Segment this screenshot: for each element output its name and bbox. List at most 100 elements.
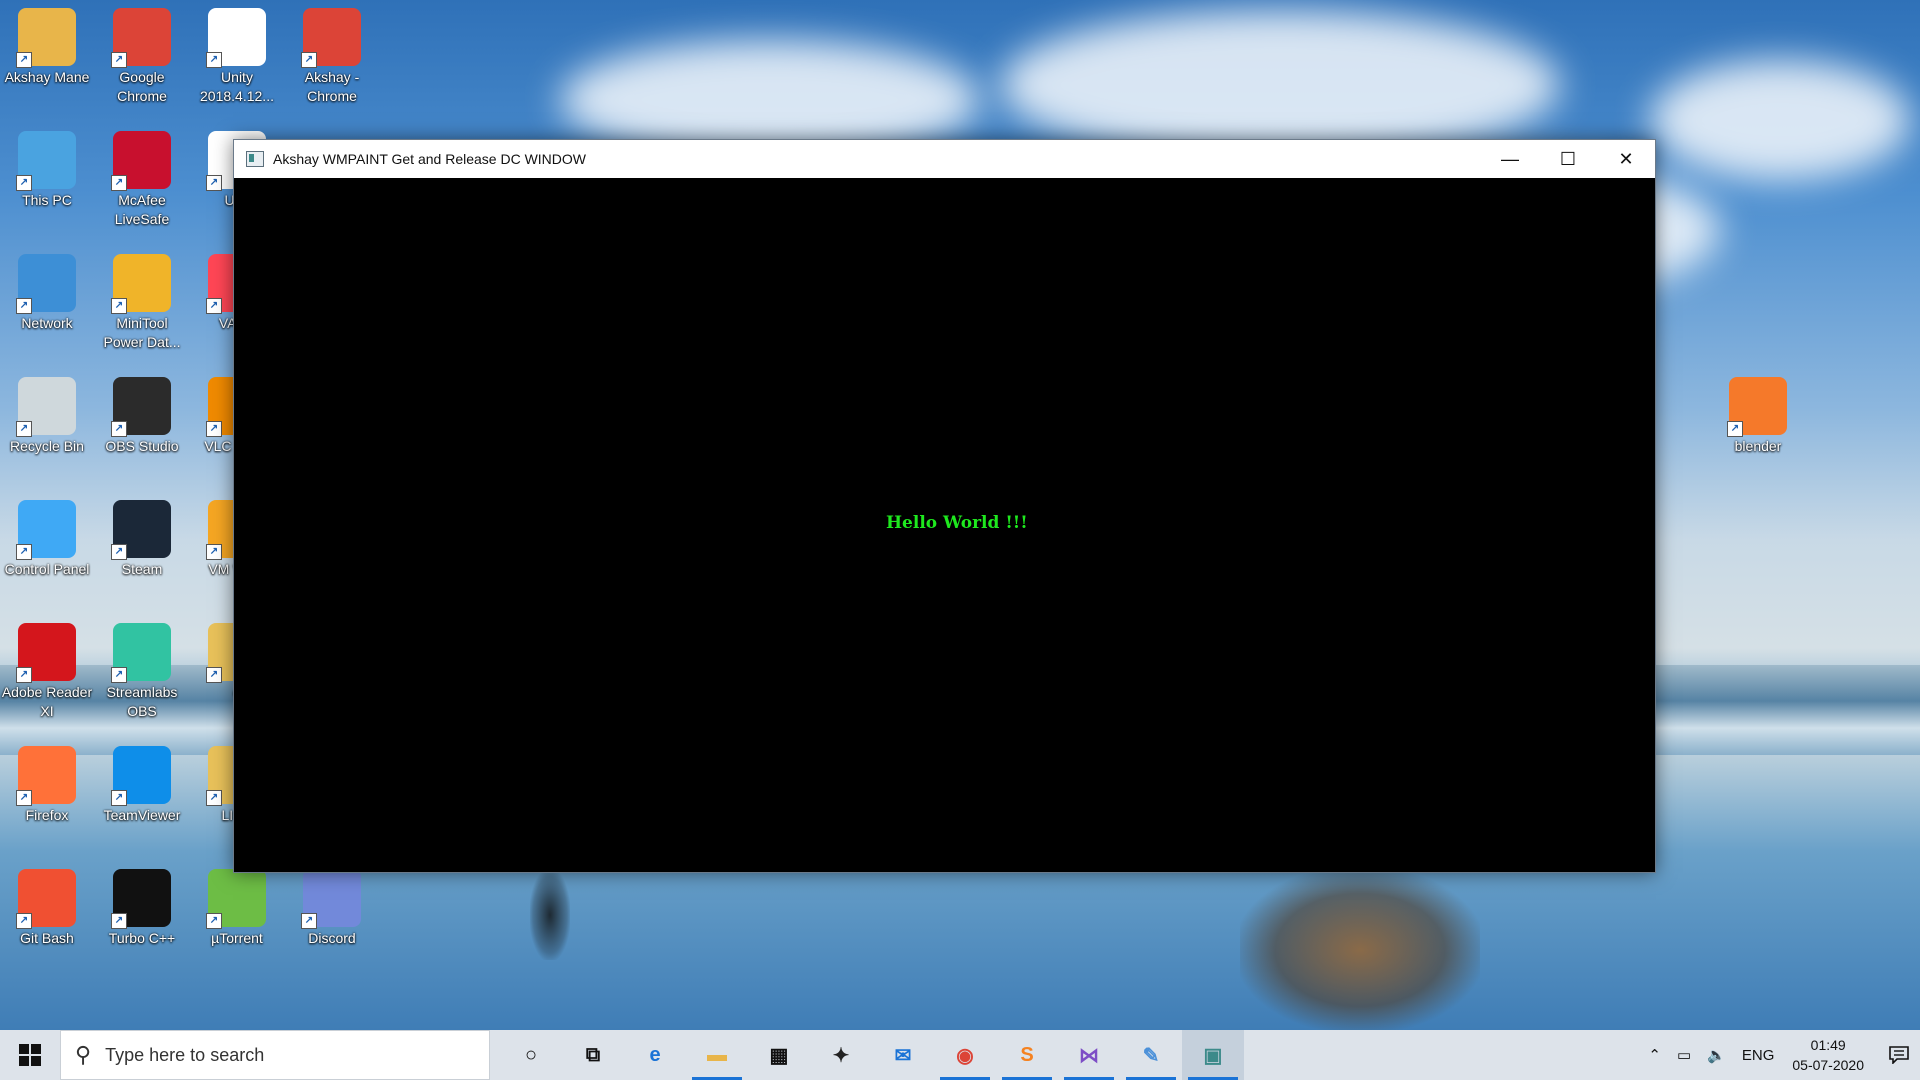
desktop-icon-label: Streamlabs OBS <box>106 684 178 719</box>
desktop-icon-label: Akshay Mane <box>4 69 90 85</box>
desktop-icon-computer[interactable]: ↗ This PC <box>1 131 93 210</box>
search-placeholder: Type here to search <box>105 1044 265 1065</box>
recycle-bin-icon: ↗ <box>16 377 76 437</box>
desktop-icon-discord[interactable]: ↗ Discord <box>286 869 378 948</box>
clock-time: 01:49 <box>1810 1037 1846 1053</box>
wallpaper-cloud <box>1000 10 1560 160</box>
desktop-icon-label: OBS Studio <box>105 438 179 454</box>
minimize-button[interactable]: — <box>1481 140 1539 178</box>
desktop-icon-label: Network <box>21 315 73 331</box>
desktop-icon-mcafee[interactable]: ↗ McAfee LiveSafe <box>96 131 188 229</box>
desktop-icon-label: TeamViewer <box>103 807 181 823</box>
desktop-icon-firefox[interactable]: ↗ Firefox <box>1 746 93 825</box>
desktop-icon-label: Google Chrome <box>117 69 167 104</box>
shortcut-arrow-icon: ↗ <box>111 175 127 191</box>
streamlabs-icon: ↗ <box>111 623 171 683</box>
user-folder-icon: ↗ <box>16 8 76 68</box>
desktop-icon-turbo-cpp[interactable]: ↗ Turbo C++ <box>96 869 188 948</box>
desktop-icon-obs[interactable]: ↗ OBS Studio <box>96 377 188 456</box>
desktop-icon-blender[interactable]: ↗ blender <box>1712 377 1804 456</box>
notification-center-button[interactable] <box>1878 1030 1920 1080</box>
tray-overflow-chevron-icon[interactable]: ⌃ <box>1648 1046 1661 1064</box>
volume-icon[interactable]: 🔈 <box>1707 1046 1726 1064</box>
app-window-icon <box>246 151 264 167</box>
shortcut-arrow-icon: ↗ <box>16 544 32 560</box>
task-view-icon: ⧉ <box>585 1043 601 1066</box>
app-window-icon: ▣ <box>1203 1044 1223 1067</box>
taskbar-chrome-button[interactable]: ◉ <box>934 1030 996 1080</box>
desktop-icon-recycle-bin[interactable]: ↗ Recycle Bin <box>1 377 93 456</box>
clock[interactable]: 01:49 05-07-2020 <box>1792 1035 1864 1075</box>
start-button[interactable] <box>0 1030 60 1080</box>
shortcut-arrow-icon: ↗ <box>16 913 32 929</box>
steam-icon: ↗ <box>111 500 171 560</box>
mcafee-icon: ↗ <box>111 131 171 191</box>
shortcut-arrow-icon: ↗ <box>111 913 127 929</box>
paint-icon: ✎ <box>1142 1044 1160 1067</box>
git-bash-icon: ↗ <box>16 869 76 929</box>
close-button[interactable]: ✕ <box>1597 140 1655 178</box>
mail-icon: ✉ <box>894 1044 912 1067</box>
visual-studio-icon: ⋈ <box>1079 1044 1099 1067</box>
desktop-icon-user-folder[interactable]: ↗ Akshay Mane <box>1 8 93 87</box>
maximize-button[interactable]: ☐ <box>1539 140 1597 178</box>
desktop-icon-streamlabs[interactable]: ↗ Streamlabs OBS <box>96 623 188 721</box>
desktop-icon-label: This PC <box>22 192 72 208</box>
store-icon: ▦ <box>769 1044 789 1067</box>
desktop-icon-adobe-reader[interactable]: ↗ Adobe Reader XI <box>1 623 93 721</box>
battery-icon[interactable]: ▭ <box>1677 1046 1691 1064</box>
shortcut-arrow-icon: ↗ <box>206 298 222 314</box>
desktop-icon-control-panel[interactable]: ↗ Control Panel <box>1 500 93 579</box>
taskbar-visual-studio-button[interactable]: ⋈ <box>1058 1030 1120 1080</box>
taskbar-wmpaint-app-button[interactable]: ▣ <box>1182 1030 1244 1080</box>
shortcut-arrow-icon: ↗ <box>16 790 32 806</box>
shortcut-arrow-icon: ↗ <box>206 421 222 437</box>
desktop-icon-label: Recycle Bin <box>10 438 84 454</box>
app-window[interactable]: Akshay WMPAINT Get and Release DC WINDOW… <box>233 139 1656 873</box>
firefox-icon: ↗ <box>16 746 76 806</box>
desktop-icon-utorrent[interactable]: ↗ µTorrent <box>191 869 283 948</box>
desktop-icon-network[interactable]: ↗ Network <box>1 254 93 333</box>
shortcut-arrow-icon: ↗ <box>16 175 32 191</box>
window-titlebar[interactable]: Akshay WMPAINT Get and Release DC WINDOW… <box>234 140 1655 178</box>
desktop-icon-label: Adobe Reader XI <box>1 684 93 719</box>
desktop-icon-label: blender <box>1734 438 1782 454</box>
notification-icon <box>1889 1046 1909 1064</box>
desktop-icon-steam[interactable]: ↗ Steam <box>96 500 188 579</box>
taskbar-mail-button[interactable]: ✉ <box>872 1030 934 1080</box>
taskbar-edge-button[interactable]: e <box>624 1030 686 1080</box>
desktop-icon-chrome-profile[interactable]: ↗ Akshay - Chrome <box>286 8 378 106</box>
taskbar-file-explorer-button[interactable]: ▬ <box>686 1030 748 1080</box>
taskbar-sublime-text-button[interactable]: S <box>996 1030 1058 1080</box>
shortcut-arrow-icon: ↗ <box>206 913 222 929</box>
taskbar-store-button[interactable]: ▦ <box>748 1030 810 1080</box>
window-client-area[interactable]: Hello World !!! <box>234 178 1655 872</box>
shortcut-arrow-icon: ↗ <box>301 52 317 68</box>
desktop-icon-label: MiniTool Power Dat... <box>103 315 181 350</box>
shortcut-arrow-icon: ↗ <box>16 421 32 437</box>
desktop-icon-unity[interactable]: ↗ Unity 2018.4.12... <box>191 8 283 106</box>
taskbar-task-view-button[interactable]: ⧉ <box>562 1030 624 1080</box>
desktop-icon-label: Steam <box>121 561 163 577</box>
window-controls: — ☐ ✕ <box>1481 140 1655 178</box>
desktop-icon-git-bash[interactable]: ↗ Git Bash <box>1 869 93 948</box>
desktop-icon-label: Control Panel <box>4 561 90 577</box>
desktop-icon-teamviewer[interactable]: ↗ TeamViewer <box>96 746 188 825</box>
language-indicator[interactable]: ENG <box>1742 1047 1775 1064</box>
search-icon: ⚲ <box>75 1042 92 1067</box>
taskbar-predator-sense-button[interactable]: ✦ <box>810 1030 872 1080</box>
predator-icon: ✦ <box>832 1044 850 1067</box>
computer-icon: ↗ <box>16 131 76 191</box>
search-box[interactable]: ⚲ Type here to search <box>60 1030 490 1080</box>
taskbar-paint-button[interactable]: ✎ <box>1120 1030 1182 1080</box>
wallpaper-reflection <box>1240 870 1480 1030</box>
wallpaper-cloud <box>1650 60 1910 180</box>
desktop-icon-label: Discord <box>308 930 356 946</box>
shortcut-arrow-icon: ↗ <box>1727 421 1743 437</box>
desktop-icon-chrome[interactable]: ↗ Google Chrome <box>96 8 188 106</box>
network-icon: ↗ <box>16 254 76 314</box>
wallpaper-figure <box>530 870 570 960</box>
desktop-icon-minitool[interactable]: ↗ MiniTool Power Dat... <box>96 254 188 352</box>
taskbar-cortana-button[interactable]: ○ <box>500 1030 562 1080</box>
shortcut-arrow-icon: ↗ <box>111 52 127 68</box>
